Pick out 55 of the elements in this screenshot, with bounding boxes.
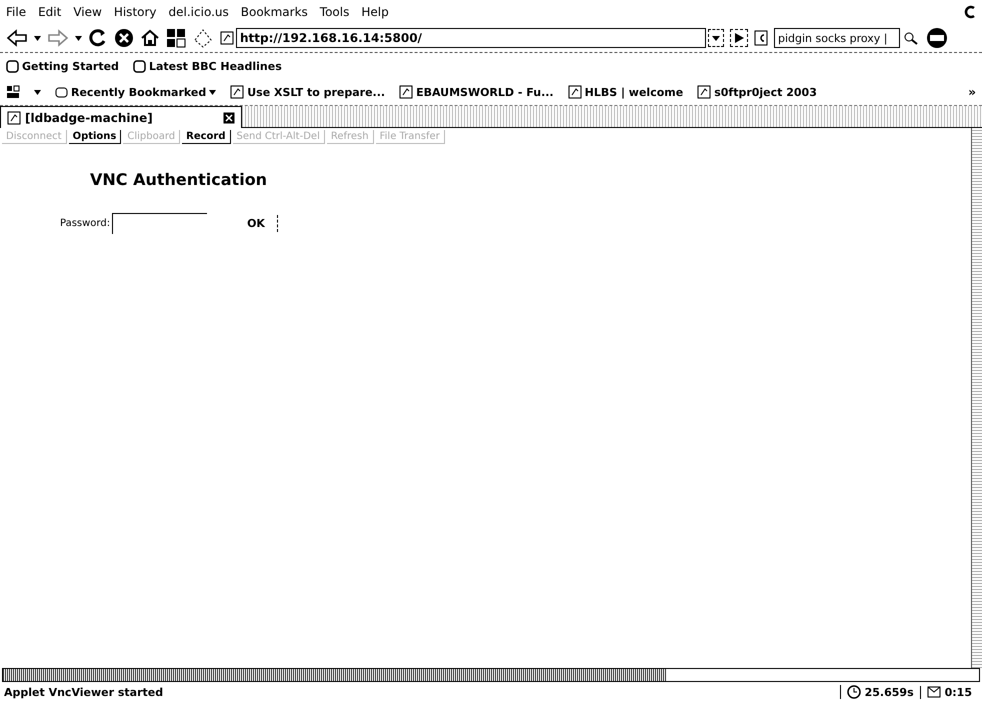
bookmarks-icon[interactable]	[6, 85, 20, 99]
stop-icon[interactable]	[114, 28, 134, 48]
forward-icon[interactable]	[47, 29, 69, 47]
page-icon	[230, 85, 244, 99]
applet-button[interactable]: Options	[68, 130, 122, 144]
page-icon	[7, 110, 21, 124]
go-icon[interactable]	[730, 29, 748, 47]
bookmark-link[interactable]: s0ftpr0ject 2003	[697, 85, 817, 99]
page-icon	[697, 85, 712, 99]
caret-icon	[209, 90, 216, 94]
timer-indicator: 25.659s	[840, 685, 920, 699]
horizontal-scrollbar[interactable]	[2, 668, 980, 682]
auth-title: VNC Authentication	[90, 170, 268, 189]
bookmark-icon	[6, 60, 19, 72]
spinner-icon	[964, 5, 976, 19]
caret-icon[interactable]	[34, 90, 41, 94]
clock-icon	[846, 685, 861, 699]
status-text: Applet VncViewer started	[4, 686, 164, 698]
mail-indicator: 0:15	[920, 686, 978, 698]
menu-item[interactable]: View	[73, 5, 102, 19]
applet-button[interactable]: Record	[182, 130, 231, 144]
dropdown-icon[interactable]	[708, 29, 724, 47]
vertical-scrollbar[interactable]	[971, 128, 982, 668]
bookmark-link[interactable]: Getting Started	[6, 60, 119, 72]
bookmark-link[interactable]: Recently Bookmarked	[55, 86, 216, 98]
page-icon	[568, 85, 582, 99]
menu-item[interactable]: Edit	[38, 5, 62, 19]
menu-item[interactable]: del.icio.us	[168, 5, 229, 19]
search-icon[interactable]	[902, 30, 920, 46]
menu-item[interactable]: File	[6, 5, 26, 19]
back-icon[interactable]	[6, 29, 28, 47]
bookmark-link[interactable]: EBAUMSWORLD - Fu...	[399, 85, 554, 99]
caret-icon[interactable]	[75, 36, 82, 40]
menu-item[interactable]: Tools	[320, 5, 350, 19]
menu-item[interactable]: Bookmarks	[240, 5, 308, 19]
address-field[interactable]: http://192.168.16.14:5800/	[236, 28, 706, 48]
mail-icon	[926, 686, 941, 698]
close-icon[interactable]	[223, 112, 235, 124]
folder-icon	[55, 86, 68, 98]
bookmark-link[interactable]: Latest BBC Headlines	[132, 60, 282, 72]
menu-item[interactable]: Help	[361, 5, 389, 19]
home-icon[interactable]	[140, 28, 160, 48]
reload-icon[interactable]	[88, 28, 108, 48]
grid-icon[interactable]	[166, 28, 186, 48]
caret-icon[interactable]	[34, 36, 41, 40]
bookmark-link[interactable]: Use XSLT to prepare...	[230, 85, 386, 99]
menu-item[interactable]: History	[114, 5, 157, 19]
page-icon	[220, 31, 234, 45]
bookmark-icon	[132, 60, 146, 72]
password-label: Password:	[60, 218, 110, 229]
overflow-chevron[interactable]: »	[968, 85, 976, 99]
bookmark-link[interactable]: HLBS | welcome	[568, 85, 684, 99]
page-icon	[399, 85, 414, 99]
search-field[interactable]: pidgin socks proxy |	[774, 28, 900, 48]
browser-tab[interactable]: [ldbadge-machine]	[0, 106, 242, 128]
